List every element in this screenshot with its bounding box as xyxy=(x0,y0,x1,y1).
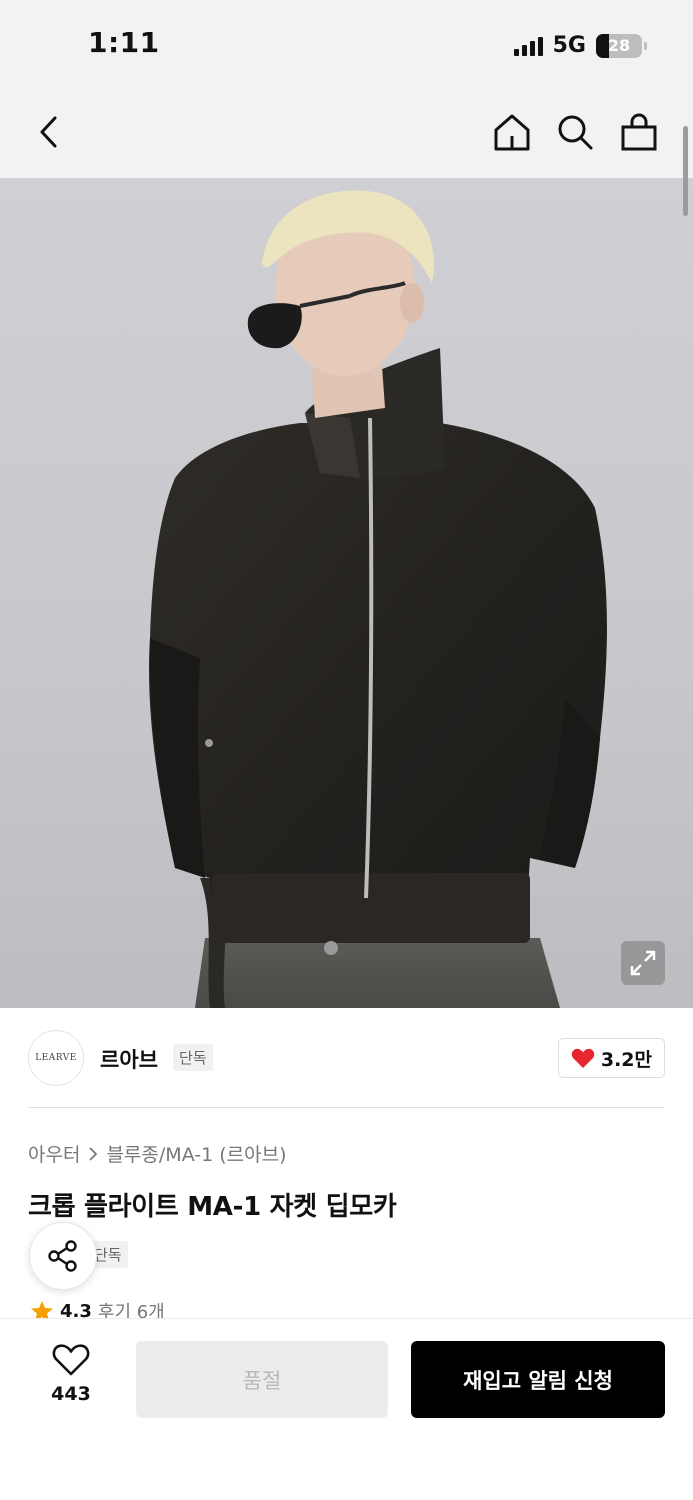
back-button[interactable] xyxy=(26,108,74,156)
battery-icon: 28 xyxy=(596,33,642,58)
restock-alert-button[interactable]: 재입고 알림 신청 xyxy=(411,1341,665,1418)
heart-outline-icon xyxy=(52,1344,90,1376)
chevron-right-icon xyxy=(89,1146,98,1161)
heart-filled-icon xyxy=(571,1048,595,1068)
expand-button[interactable] xyxy=(621,941,665,985)
shopping-bag-icon xyxy=(621,113,657,151)
share-icon xyxy=(48,1240,77,1272)
breadcrumb: 아우터 블루종/MA-1 (르아브) xyxy=(28,1140,287,1167)
status-bar: 1:11 5G 28 xyxy=(0,0,693,92)
home-button[interactable] xyxy=(488,108,536,156)
search-icon xyxy=(558,115,593,150)
battery-tip xyxy=(644,41,647,50)
battery-level: 28 xyxy=(607,36,631,55)
product-title: 크롭 플라이트 MA-1 자켓 딥모카 xyxy=(28,1192,397,1222)
share-button[interactable] xyxy=(29,1222,97,1290)
wishlist-count: 443 xyxy=(51,1383,91,1405)
expand-icon xyxy=(630,950,656,976)
breadcrumb-category[interactable]: 아우터 xyxy=(28,1140,80,1167)
status-time: 1:11 xyxy=(88,26,160,59)
brand-logo[interactable]: LEARVE xyxy=(28,1030,84,1086)
brand-like-button[interactable]: 3.2만 xyxy=(557,1038,665,1078)
exclusive-badge: 단독 xyxy=(173,1044,213,1071)
product-image[interactable] xyxy=(0,178,693,1008)
nav-bar xyxy=(0,92,693,178)
scroll-indicator[interactable] xyxy=(683,126,688,216)
chevron-left-icon xyxy=(40,116,57,148)
home-icon xyxy=(494,114,530,151)
cart-button[interactable] xyxy=(615,108,663,156)
brand-like-count: 3.2만 xyxy=(600,1048,652,1071)
network-label: 5G xyxy=(552,33,586,58)
search-button[interactable] xyxy=(551,108,599,156)
brand-name[interactable]: 르아브 xyxy=(100,1044,158,1074)
divider xyxy=(28,1107,665,1108)
wishlist-button[interactable]: 443 xyxy=(30,1343,112,1405)
brand-row: LEARVE 르아브 단독 3.2만 xyxy=(28,1030,665,1086)
signal-icon xyxy=(513,36,543,56)
soldout-button[interactable]: 품절 xyxy=(136,1341,388,1418)
product-photo-illustration xyxy=(149,190,607,1008)
breadcrumb-subcategory[interactable]: 블루종/MA-1 (르아브) xyxy=(106,1140,286,1167)
status-indicators: 5G 28 xyxy=(513,33,647,58)
bottom-action-bar: 443 품절 재입고 알림 신청 xyxy=(0,1318,693,1500)
